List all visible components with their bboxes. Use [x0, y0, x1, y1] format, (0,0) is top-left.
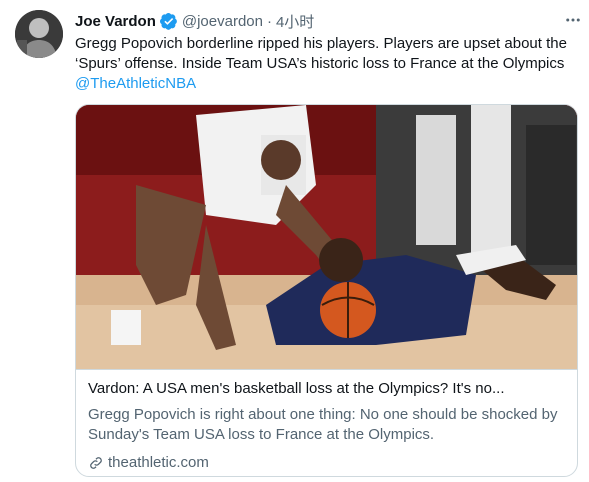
tweet[interactable]: Joe Vardon @joevardon · 4小时 Gregg Popovi…: [0, 0, 589, 482]
separator-dot: ·: [266, 12, 272, 30]
tweet-text: Gregg Popovich borderline ripped his pla…: [75, 34, 575, 94]
author-name[interactable]: Joe Vardon: [75, 13, 156, 30]
mention-link[interactable]: @TheAthleticNBA: [75, 74, 575, 94]
link-icon: [88, 455, 104, 471]
avatar[interactable]: [15, 10, 63, 58]
card-info[interactable]: Vardon: A USA men's basketball loss at t…: [88, 379, 565, 473]
link-card[interactable]: Vardon: A USA men's basketball loss at t…: [75, 104, 578, 477]
card-domain: theathletic.com: [88, 453, 565, 473]
card-domain-text: theathletic.com: [108, 454, 209, 471]
tweet-header: Joe Vardon @joevardon · 4小时: [75, 10, 577, 32]
verified-badge-icon: [159, 12, 178, 30]
card-description: Gregg Popovich is right about one thing:…: [88, 406, 558, 443]
card-image[interactable]: [76, 105, 577, 370]
timestamp[interactable]: 4小时: [276, 11, 314, 32]
more-options-icon[interactable]: [563, 10, 583, 30]
tweet-text-line-1: Gregg Popovich borderline ripped his pla…: [75, 35, 567, 52]
tweet-text-line-2: ‘Spurs’ offense. Inside Team USA’s histo…: [75, 55, 565, 72]
author-handle[interactable]: @joevardon: [182, 13, 263, 30]
card-title: Vardon: A USA men's basketball loss at t…: [88, 380, 505, 397]
